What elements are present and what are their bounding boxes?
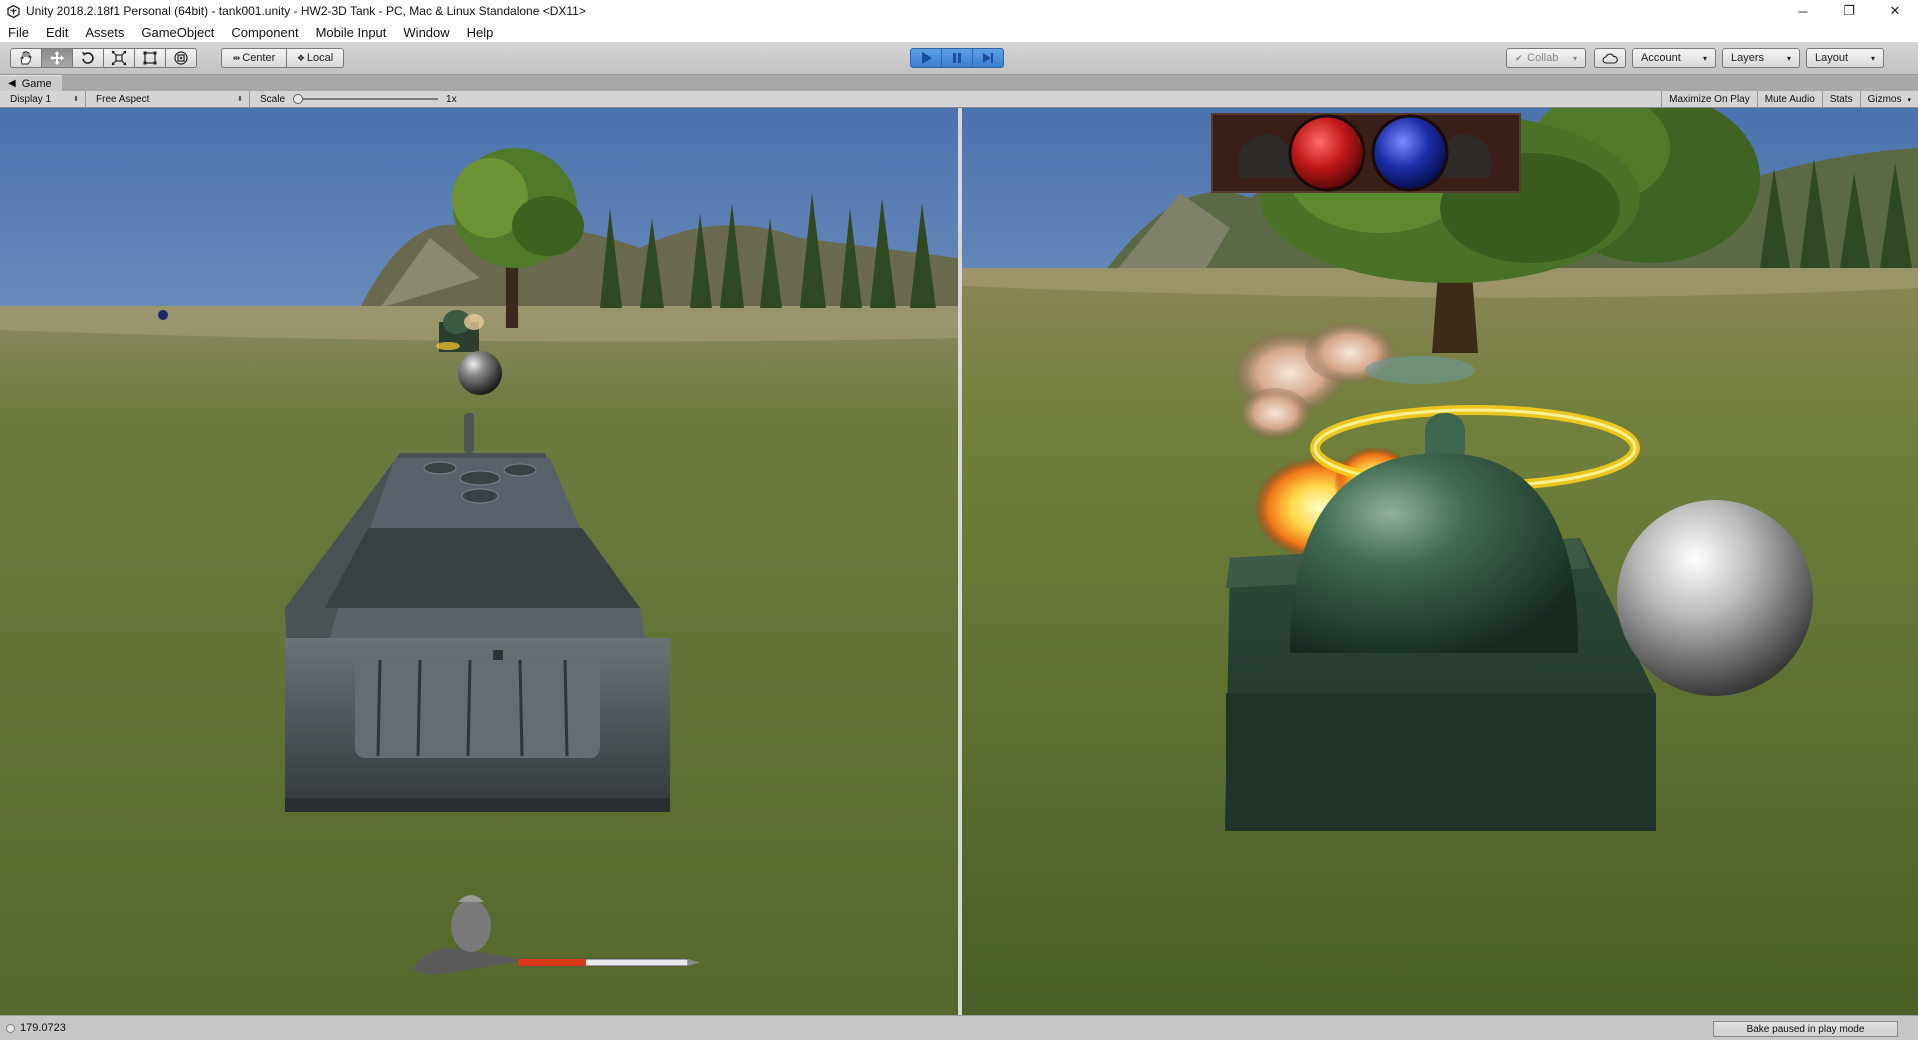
close-button[interactable]: ✕ <box>1872 0 1918 22</box>
scale-tool-button[interactable] <box>103 48 135 68</box>
account-label: Account <box>1641 52 1681 64</box>
menu-mobile-input[interactable]: Mobile Input <box>308 25 396 40</box>
layers-dropdown[interactable]: Layers ▾ <box>1722 48 1800 68</box>
step-button[interactable] <box>972 48 1004 68</box>
pivot-mode-label: Center <box>242 52 276 64</box>
play-button[interactable] <box>910 48 942 68</box>
menu-gameobject[interactable]: GameObject <box>133 25 223 40</box>
menu-help[interactable]: Help <box>459 25 503 40</box>
console-message: 179.0723 <box>20 1022 66 1034</box>
bake-status: Bake paused in play mode <box>1713 1021 1898 1037</box>
display-label: Display 1 <box>10 93 52 105</box>
layout-label: Layout <box>1815 52 1849 64</box>
transform-tools <box>10 48 197 68</box>
cloud-icon <box>1602 53 1618 64</box>
pivot-controls: ⇹ Center ❖ Local <box>221 48 344 68</box>
pivot-rotation-button[interactable]: ❖ Local <box>286 48 344 68</box>
cloud-button[interactable] <box>1594 48 1626 68</box>
maximize-button[interactable]: ❐ <box>1826 0 1872 22</box>
local-rotation-icon: ❖ <box>296 52 305 63</box>
rotate-tool-button[interactable] <box>72 48 104 68</box>
layout-dropdown[interactable]: Layout ▾ <box>1806 48 1884 68</box>
caret-down-icon: ▾ <box>1572 53 1577 63</box>
scale-icon <box>111 50 127 66</box>
pivot-rotation-label: Local <box>306 52 334 64</box>
scale-control: Scale 1x <box>250 94 457 105</box>
menu-file[interactable]: File <box>0 25 38 40</box>
tab-game-label: Game <box>21 77 52 90</box>
gizmos-label: Gizmos <box>1867 94 1902 105</box>
pause-button[interactable] <box>941 48 973 68</box>
title-bar: Unity 2018.2.18f1 Personal (64bit) - tan… <box>0 0 1918 22</box>
scale-value: 1x <box>446 93 457 105</box>
aspect-dropdown[interactable]: Free Aspect ⬍ <box>86 90 250 108</box>
mute-audio-toggle[interactable]: Mute Audio <box>1756 91 1822 108</box>
move-icon <box>50 51 64 65</box>
playback-controls <box>910 48 1004 68</box>
scale-slider-thumb[interactable] <box>293 94 304 104</box>
rotate-icon <box>82 52 94 64</box>
tab-game[interactable]: ◀ Game <box>0 75 62 91</box>
rect-icon <box>143 51 157 65</box>
rect-tool-button[interactable] <box>134 48 166 68</box>
unity-editor-window: Unity 2018.2.18f1 Personal (64bit) - tan… <box>0 0 1918 1040</box>
menu-edit[interactable]: Edit <box>38 25 77 40</box>
scale-label: Scale <box>260 93 286 105</box>
hand-icon <box>20 51 32 65</box>
stats-toggle[interactable]: Stats <box>1821 91 1860 108</box>
player1-viewport <box>0 108 958 1015</box>
caret-updown-icon: ⬍ <box>73 96 79 103</box>
game-controller-icon: ◀ <box>8 78 16 89</box>
step-icon <box>983 53 993 63</box>
menu-window[interactable]: Window <box>395 25 458 40</box>
hand-tool-button[interactable] <box>10 48 42 68</box>
menu-bar: File Edit Assets GameObject Component Mo… <box>0 22 1918 42</box>
caret-down-icon: ▾ <box>1786 53 1791 63</box>
pivot-center-icon: ⇹ <box>232 52 241 63</box>
account-dropdown[interactable]: Account ▾ <box>1632 48 1716 68</box>
status-bar: 179.0723 Bake paused in play mode <box>0 1015 1918 1040</box>
unity-logo-icon <box>6 4 20 18</box>
transform-icon <box>174 51 188 65</box>
scale-slider[interactable] <box>293 94 439 104</box>
minimize-button[interactable]: ─ <box>1780 0 1826 22</box>
play-icon <box>922 52 932 64</box>
caret-down-icon: ▾ <box>1702 53 1707 63</box>
tab-bar: ◀ Game <box>0 75 1918 91</box>
pause-icon <box>953 53 961 63</box>
pivot-mode-button[interactable]: ⇹ Center <box>221 48 287 68</box>
caret-down-icon: ▾ <box>1870 53 1875 63</box>
transform-tool-button[interactable] <box>165 48 197 68</box>
game-view[interactable] <box>0 108 1918 1015</box>
menu-component[interactable]: Component <box>223 25 307 40</box>
game-view-toolbar: Display 1 ⬍ Free Aspect ⬍ Scale 1x Maxim… <box>0 90 1918 108</box>
window-title: Unity 2018.2.18f1 Personal (64bit) - tan… <box>26 4 586 18</box>
game-render <box>0 108 1918 1015</box>
player2-viewport <box>962 108 1918 1015</box>
gizmos-dropdown[interactable]: Gizmos ▾ <box>1859 91 1918 108</box>
menu-assets[interactable]: Assets <box>77 25 133 40</box>
console-status[interactable]: 179.0723 <box>0 1022 66 1034</box>
collab-dropdown[interactable]: ✔ Collab ▾ <box>1506 48 1586 68</box>
move-tool-button[interactable] <box>41 48 73 68</box>
player2-health-hud <box>1211 113 1521 193</box>
caret-down-icon: ▾ <box>1907 96 1911 104</box>
main-toolbar: ⇹ Center ❖ Local ✔ Collab ▾ Account ▾ La… <box>0 42 1918 75</box>
collab-check-icon: ✔ <box>1515 52 1523 63</box>
collab-label: Collab <box>1527 52 1559 64</box>
right-toolbar: ✔ Collab ▾ Account ▾ Layers ▾ Layout ▾ <box>1506 48 1884 68</box>
aspect-label: Free Aspect <box>96 93 150 105</box>
layers-label: Layers <box>1731 52 1765 64</box>
maximize-on-play-toggle[interactable]: Maximize On Play <box>1661 91 1757 108</box>
caret-updown-icon: ⬍ <box>237 96 243 103</box>
display-dropdown[interactable]: Display 1 ⬍ <box>0 90 86 108</box>
info-icon <box>6 1023 15 1033</box>
